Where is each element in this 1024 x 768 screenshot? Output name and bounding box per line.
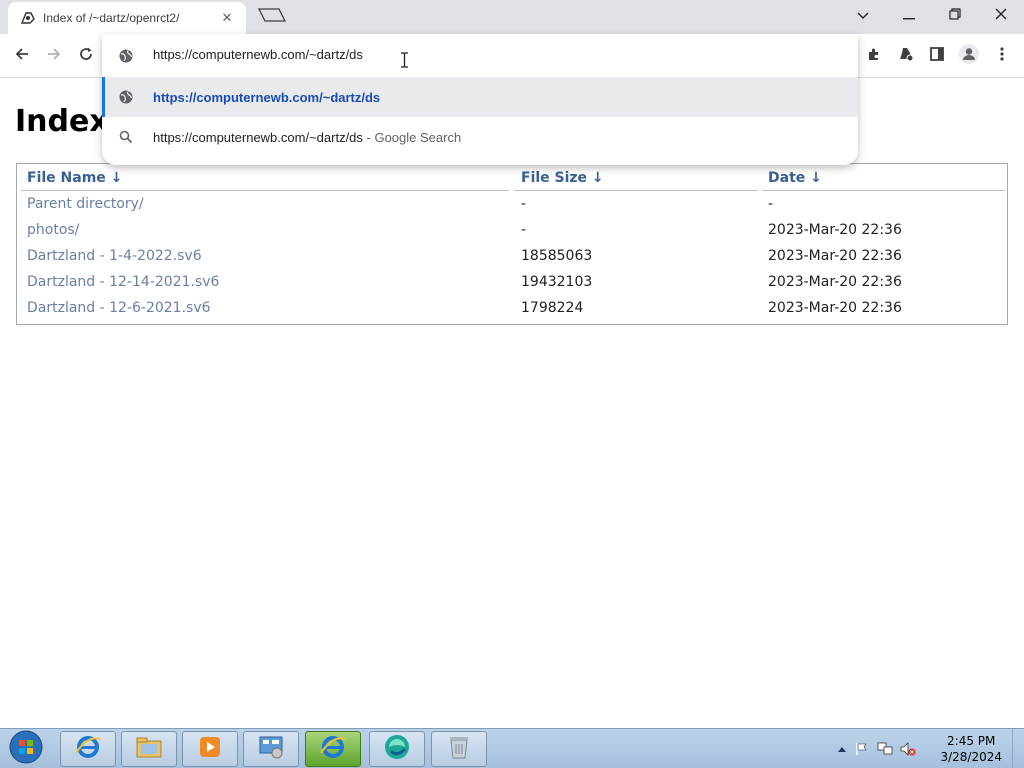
- address-bar[interactable]: https://computernewb.com/~dartz/ds: [102, 34, 858, 77]
- media-player-icon: [198, 735, 222, 764]
- forward-icon: [46, 46, 62, 67]
- file-date-cell: 2023-Mar-20 22:36: [768, 300, 902, 316]
- file-date-cell: 2023-Mar-20 22:36: [768, 248, 902, 264]
- profile-icon: [959, 43, 979, 69]
- menu-icon: [1000, 46, 1004, 67]
- extensions-button[interactable]: [861, 43, 887, 69]
- file-link[interactable]: Dartzland - 1-4-2022.sv6: [27, 248, 202, 264]
- restore-icon: [949, 7, 961, 23]
- file-size-cell: 19432103: [521, 274, 593, 290]
- windows-explorer-icon: [135, 735, 163, 764]
- taskbar-media-player[interactable]: [182, 731, 238, 767]
- start-button[interactable]: [5, 730, 47, 768]
- reload-button[interactable]: [72, 42, 100, 70]
- suggestion-query: https://computernewb.com/~dartz/ds: [153, 129, 363, 145]
- close-button[interactable]: [978, 0, 1024, 30]
- internet-explorer-icon: [74, 733, 102, 766]
- minimize-icon: [903, 7, 915, 23]
- restore-button[interactable]: [932, 0, 978, 30]
- suggestion-suffix: Google Search: [374, 129, 462, 145]
- column-header-date[interactable]: Date ↓: [758, 164, 1007, 191]
- taskbar-recycle-bin[interactable]: [431, 731, 487, 767]
- address-bar-input[interactable]: https://computernewb.com/~dartz/ds: [153, 47, 363, 62]
- back-button[interactable]: [8, 42, 36, 70]
- close-icon: [995, 7, 1007, 23]
- new-tab-button[interactable]: [254, 6, 288, 28]
- show-desktop-button[interactable]: [1012, 729, 1024, 768]
- file-date-cell: 2023-Mar-20 22:36: [768, 222, 902, 238]
- file-size-cell: -: [521, 222, 527, 238]
- side-panel-button[interactable]: [924, 43, 950, 69]
- clock-time: 2:45 PM: [947, 734, 996, 748]
- minimize-button[interactable]: [886, 0, 932, 30]
- browser-icon: [383, 733, 411, 766]
- forward-button[interactable]: [40, 42, 68, 70]
- volume-muted-icon[interactable]: [900, 741, 916, 757]
- taskbar-internet-explorer-active[interactable]: [305, 731, 361, 767]
- extension-puzzle-button[interactable]: [893, 43, 919, 69]
- action-center-flag-icon[interactable]: [854, 741, 870, 757]
- omnibox-dropdown: https://computernewb.com/~dartz/ds https…: [102, 34, 858, 165]
- search-icon: [118, 129, 134, 145]
- taskbar: 2:45 PM 3/28/2024: [0, 728, 1024, 768]
- table-row: Dartzland - 1-4-2022.sv6 18585063 2023-M…: [17, 243, 1007, 269]
- chevron-down-icon: [857, 7, 869, 23]
- openrct2-icon: [20, 10, 36, 26]
- taskbar-windows-explorer[interactable]: [121, 731, 177, 767]
- file-link[interactable]: photos/: [27, 222, 79, 238]
- table-row: Dartzland - 12-14-2021.sv6 19432103 2023…: [17, 269, 1007, 295]
- side-panel-icon: [929, 46, 945, 67]
- column-header-file-name[interactable]: File Name ↓: [17, 164, 511, 191]
- suggestion-text: https://computernewb.com/~dartz/ds - Goo…: [153, 130, 461, 145]
- file-size-cell: -: [521, 196, 527, 212]
- globe-icon: [118, 48, 134, 64]
- file-link[interactable]: Parent directory/: [27, 196, 144, 212]
- menu-button[interactable]: [989, 43, 1015, 69]
- file-date-cell: 2023-Mar-20 22:36: [768, 274, 902, 290]
- reload-icon: [78, 46, 94, 67]
- back-icon: [14, 46, 30, 67]
- table-row: Dartzland - 12-6-2021.sv6 1798224 2023-M…: [17, 295, 1007, 321]
- column-header-file-size[interactable]: File Size ↓: [511, 164, 758, 191]
- omnibox-suggestion-search[interactable]: https://computernewb.com/~dartz/ds - Goo…: [102, 117, 858, 157]
- suggestion-text: https://computernewb.com/~dartz/ds: [153, 89, 381, 105]
- new-tab-icon: [255, 7, 287, 28]
- tab-search-button[interactable]: [840, 0, 886, 30]
- table-row: Parent directory/ - -: [17, 191, 1007, 217]
- omnibox-suggestion-url[interactable]: https://computernewb.com/~dartz/ds: [102, 77, 858, 117]
- system-tray: 2:45 PM 3/28/2024: [834, 729, 1024, 768]
- browser-tab[interactable]: Index of /~dartz/openrct2/ ✕: [8, 2, 246, 34]
- show-hidden-icons-button[interactable]: [834, 741, 850, 757]
- table-header-row: File Name ↓ File Size ↓ Date ↓: [17, 164, 1007, 191]
- tab-title: Index of /~dartz/openrct2/: [43, 11, 180, 25]
- taskbar-control-panel[interactable]: [243, 731, 299, 767]
- extension-puzzle-icon: [898, 46, 914, 67]
- tab-strip: Index of /~dartz/openrct2/ ✕: [0, 0, 1024, 34]
- suggestion-separator: -: [362, 129, 375, 145]
- control-panel-icon: [257, 734, 285, 765]
- profile-button[interactable]: [956, 43, 982, 69]
- tab-close-button[interactable]: ✕: [218, 10, 236, 26]
- text-cursor-icon: [400, 52, 409, 68]
- file-link[interactable]: Dartzland - 12-14-2021.sv6: [27, 274, 219, 290]
- file-date-cell: -: [768, 196, 774, 212]
- internet-explorer-icon: [319, 733, 347, 766]
- taskbar-internet-explorer[interactable]: [60, 731, 116, 767]
- file-size-cell: 18585063: [521, 248, 593, 264]
- file-link[interactable]: Dartzland - 12-6-2021.sv6: [27, 300, 211, 316]
- file-size-cell: 1798224: [521, 300, 584, 316]
- extensions-icon: [866, 46, 882, 67]
- globe-icon: [118, 89, 134, 105]
- network-icon[interactable]: [877, 741, 893, 757]
- taskbar-browser[interactable]: [369, 731, 425, 767]
- clock-date: 3/28/2024: [940, 750, 1002, 764]
- taskbar-clock[interactable]: 2:45 PM 3/28/2024: [940, 733, 1002, 765]
- file-listing-table: File Name ↓ File Size ↓ Date ↓ Parent di…: [16, 163, 1008, 325]
- recycle-bin-icon: [447, 734, 471, 765]
- windows-start-icon: [9, 730, 43, 768]
- table-row: photos/ - 2023-Mar-20 22:36: [17, 217, 1007, 243]
- page-title: Index: [15, 104, 109, 139]
